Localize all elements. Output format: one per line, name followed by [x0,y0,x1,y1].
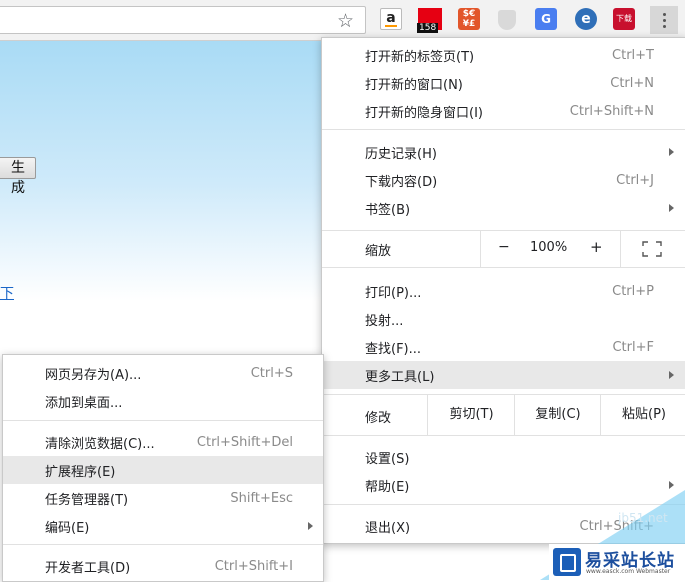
chevron-right-icon [669,204,674,212]
zoom-level: 100% [530,240,568,255]
submenu-item-extensions[interactable]: 扩展程序(E) [3,456,323,484]
browser-toolbar: ☆ a 158 $€ ¥£ G e 下载 [0,0,685,41]
copy-button[interactable]: 复制(C) [514,395,601,435]
e-icon[interactable]: e [575,8,597,30]
menu-separator [3,544,323,545]
edit-row: 修改 剪切(T) 复制(C) 粘贴(P) [322,395,685,435]
three-dots-icon[interactable] [650,6,678,34]
page-link[interactable]: 下 [0,283,14,303]
zoom-out-button[interactable]: − [498,239,510,255]
menu-item-find[interactable]: 查找(F)... Ctrl+F [322,333,685,361]
currency-icon[interactable]: $€ ¥£ [458,8,480,30]
menu-separator [322,129,685,130]
menu-item-new-window[interactable]: 打开新的窗口(N) Ctrl+N [322,69,685,97]
generate-button[interactable]: 生 成 [0,157,36,196]
cut-button[interactable]: 剪切(T) [427,395,515,435]
fullscreen-icon[interactable] [642,241,662,257]
menu-item-more-tools[interactable]: 更多工具(L) [322,361,685,389]
red-box-icon[interactable]: 158 [417,8,442,33]
address-bar[interactable]: ☆ [0,6,366,34]
watermark-url: www.easck.com Webmaster [586,568,671,575]
chevron-right-icon [308,522,313,530]
menu-separator [322,435,685,436]
menu-item-cast[interactable]: 投射... [322,305,685,333]
download-icon[interactable]: 下载 [613,8,635,30]
menu-separator [322,267,685,268]
submenu-item-add-to-desktop[interactable]: 添加到桌面... [3,387,323,415]
submenu-item-encoding[interactable]: 编码(E) [3,512,323,540]
submenu-item-save-as[interactable]: 网页另存为(A)... Ctrl+S [3,359,323,387]
submenu-item-task-manager[interactable]: 任务管理器(T) Shift+Esc [3,484,323,512]
extension-badge: 158 [417,23,439,33]
watermark-faint-text: jb51.net [618,511,668,525]
translate-icon[interactable]: G [535,8,557,30]
chevron-right-icon [669,148,674,156]
zoom-in-button[interactable]: + [590,238,603,256]
amazon-icon[interactable]: a [380,8,402,30]
watermark-logo-icon [553,548,581,576]
chrome-main-menu: 打开新的标签页(T) Ctrl+T 打开新的窗口(N) Ctrl+N 打开新的隐… [321,37,685,544]
page-background [0,41,330,301]
chevron-right-icon [669,371,674,379]
watermark: 易采站长站 www.easck.com Webmaster [549,544,685,580]
menu-item-history[interactable]: 历史记录(H) [322,138,685,166]
paste-button[interactable]: 粘贴(P) [600,395,685,435]
menu-item-new-tab[interactable]: 打开新的标签页(T) Ctrl+T [322,41,685,69]
menu-item-downloads[interactable]: 下载内容(D) Ctrl+J [322,166,685,194]
menu-item-incognito[interactable]: 打开新的隐身窗口(I) Ctrl+Shift+N [322,97,685,125]
menu-separator [3,420,323,421]
menu-item-print[interactable]: 打印(P)... Ctrl+P [322,277,685,305]
star-icon[interactable]: ☆ [337,11,354,31]
more-tools-submenu: 网页另存为(A)... Ctrl+S 添加到桌面... 清除浏览数据(C)...… [2,354,324,582]
menu-item-settings[interactable]: 设置(S) [322,443,685,471]
shield-icon[interactable] [498,10,516,30]
submenu-item-clear-data[interactable]: 清除浏览数据(C)... Ctrl+Shift+Del [3,428,323,456]
menu-item-bookmarks[interactable]: 书签(B) [322,194,685,222]
submenu-item-devtools[interactable]: 开发者工具(D) Ctrl+Shift+I [3,552,323,580]
zoom-row: 缩放 − 100% + [322,231,685,267]
chevron-right-icon [669,481,674,489]
